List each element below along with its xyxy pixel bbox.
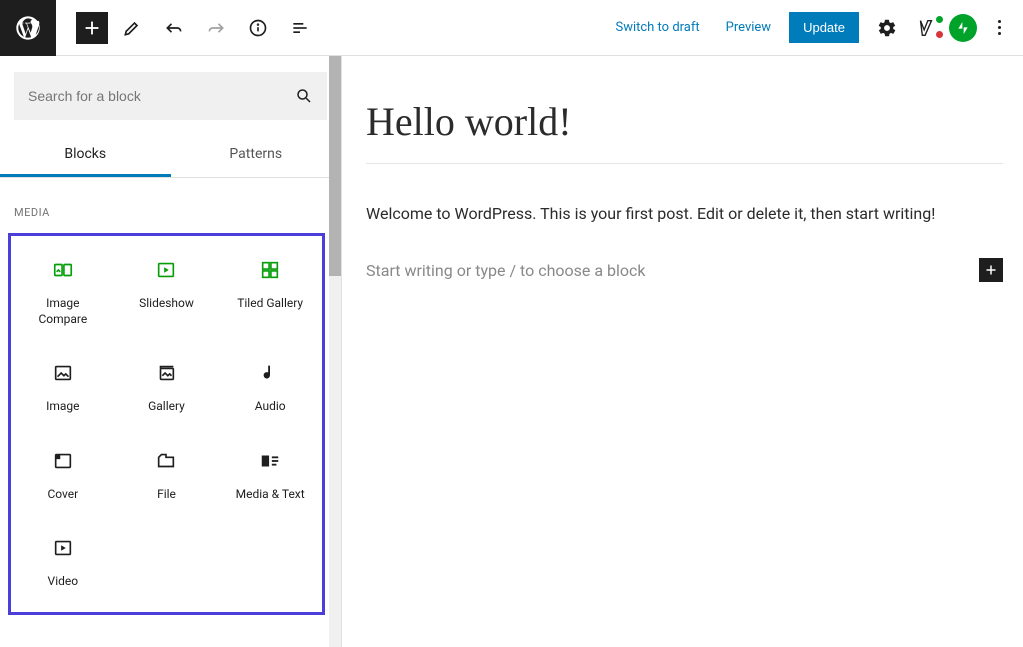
block-video[interactable]: Video [11,530,115,596]
block-media-text[interactable]: Media & Text [218,443,322,509]
audio-icon [258,361,282,385]
block-search[interactable] [14,72,327,120]
sidebar-scrollbar[interactable] [329,56,341,647]
editor-canvas: Hello world! Welcome to WordPress. This … [342,56,1023,647]
add-block-inline-button[interactable] [979,258,1003,282]
block-image[interactable]: Image [11,355,115,421]
post-body-paragraph[interactable]: Welcome to WordPress. This is your first… [366,202,1003,226]
edit-icon[interactable] [114,10,150,46]
more-menu-icon[interactable] [987,20,1011,35]
search-input[interactable] [28,88,295,104]
gallery-icon [154,361,178,385]
tiled-gallery-icon [258,258,282,282]
block-label: Cover [47,487,78,503]
slideshow-icon [154,258,178,282]
block-label: Video [48,574,79,590]
video-icon [51,536,75,560]
tab-blocks[interactable]: Blocks [0,134,171,177]
top-toolbar: Switch to draft Preview Update [0,0,1023,56]
main-layout: Blocks Patterns MEDIA Image Compare Sli [0,56,1023,647]
block-gallery[interactable]: Gallery [115,355,219,421]
wordpress-logo[interactable] [0,0,56,56]
info-icon[interactable] [240,10,276,46]
settings-icon[interactable] [869,10,905,46]
image-compare-icon [51,258,75,282]
block-label: Image Compare [38,296,87,327]
media-blocks-grid: Image Compare Slideshow Tiled Gallery [8,233,325,615]
tab-patterns[interactable]: Patterns [171,134,342,177]
block-file[interactable]: File [115,443,219,509]
update-button[interactable]: Update [789,12,859,43]
post-title[interactable]: Hello world! [366,98,1003,164]
block-audio[interactable]: Audio [218,355,322,421]
switch-to-draft-button[interactable]: Switch to draft [607,14,707,41]
block-label: Tiled Gallery [237,296,303,312]
inserter-tabs: Blocks Patterns [0,134,341,178]
toolbar-left [56,10,318,46]
inserter-sidebar: Blocks Patterns MEDIA Image Compare Sli [0,56,342,647]
block-label: Media & Text [236,487,305,503]
section-label-media: MEDIA [14,206,327,219]
block-label: Slideshow [139,296,194,312]
jetpack-icon[interactable] [949,14,977,42]
add-block-button[interactable] [76,12,108,44]
scrollbar-thumb[interactable] [329,56,341,276]
yoast-icon[interactable] [915,16,939,40]
block-label: Image [46,399,79,415]
list-view-icon[interactable] [282,10,318,46]
search-icon [295,87,313,105]
file-icon [154,449,178,473]
block-tiled-gallery[interactable]: Tiled Gallery [218,252,322,333]
block-label: Audio [255,399,286,415]
media-text-icon [258,449,282,473]
cover-icon [51,449,75,473]
block-placeholder[interactable]: Start writing or type / to choose a bloc… [366,261,646,280]
toolbar-right: Switch to draft Preview Update [607,10,1023,46]
redo-icon[interactable] [198,10,234,46]
block-label: Gallery [148,399,185,415]
block-cover[interactable]: Cover [11,443,115,509]
new-block-row: Start writing or type / to choose a bloc… [366,258,1003,282]
undo-icon[interactable] [156,10,192,46]
image-icon [51,361,75,385]
block-image-compare[interactable]: Image Compare [11,252,115,333]
block-slideshow[interactable]: Slideshow [115,252,219,333]
preview-button[interactable]: Preview [718,14,779,41]
block-label: File [157,487,176,503]
